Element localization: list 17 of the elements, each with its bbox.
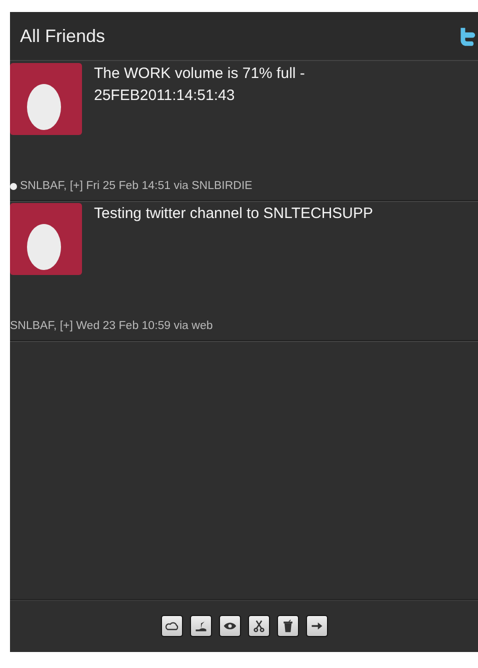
cup-button[interactable] [276, 615, 298, 637]
cloud-icon [164, 619, 178, 633]
avatar-icon [10, 203, 82, 275]
tweet-text: The WORK volume is 71% full - 25FEB2011:14:51:43 [94, 64, 306, 106]
cup-icon [280, 619, 294, 633]
scissors-button[interactable] [248, 615, 270, 637]
cloud-button[interactable] [160, 615, 182, 637]
header-title: All Friends [20, 26, 106, 46]
avatar-icon [10, 63, 82, 135]
tweet-text: Testing twitter channel to SNLTECHSUPP [94, 204, 374, 224]
eye-button[interactable] [218, 615, 240, 637]
bird-logo-icon [458, 26, 476, 46]
tweet-meta: SNLBAF, [+] Fri 25 Feb 14:51 via SNLBIRDIE [20, 180, 252, 192]
tweet-meta: SNLBAF, [+] Wed 23 Feb 10:59 via web [10, 320, 213, 332]
island-button[interactable] [190, 615, 212, 637]
arrow-button[interactable] [306, 615, 328, 637]
scissors-icon [252, 619, 266, 633]
